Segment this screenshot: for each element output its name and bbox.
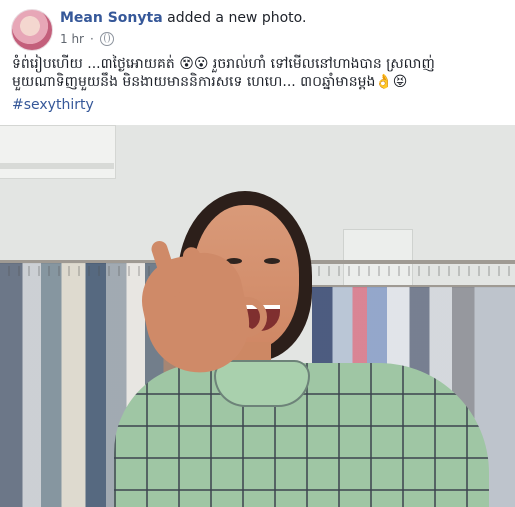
post-meta: 1 hr · — [60, 32, 114, 46]
public-globe-icon[interactable] — [99, 32, 114, 46]
hashtag-link[interactable]: #sexythirty — [12, 97, 94, 113]
author-avatar[interactable] — [11, 9, 53, 51]
air-conditioner-vent — [0, 163, 114, 169]
facebook-post: Mean Sonyta added a new photo. 1 hr · ទំ… — [0, 0, 515, 507]
air-conditioner — [0, 125, 116, 179]
post-text: ទំព់រៀបហើយ ...៣ថ្ងៃអោយគត់ 😵😮 រួចរាល់ហាំ … — [12, 56, 440, 90]
separator-dot: · — [90, 32, 94, 46]
post-header: Mean Sonyta added a new photo. — [60, 10, 306, 26]
post-action-text: added a new photo. — [167, 10, 307, 26]
post-photo[interactable] — [0, 125, 515, 507]
right-eye — [264, 258, 280, 264]
wall-unit — [343, 229, 413, 286]
author-name-link[interactable]: Mean Sonyta — [60, 10, 163, 26]
ok-ring — [227, 297, 267, 337]
shirt-collar — [214, 360, 310, 407]
timestamp-link[interactable]: 1 hr — [60, 32, 84, 46]
